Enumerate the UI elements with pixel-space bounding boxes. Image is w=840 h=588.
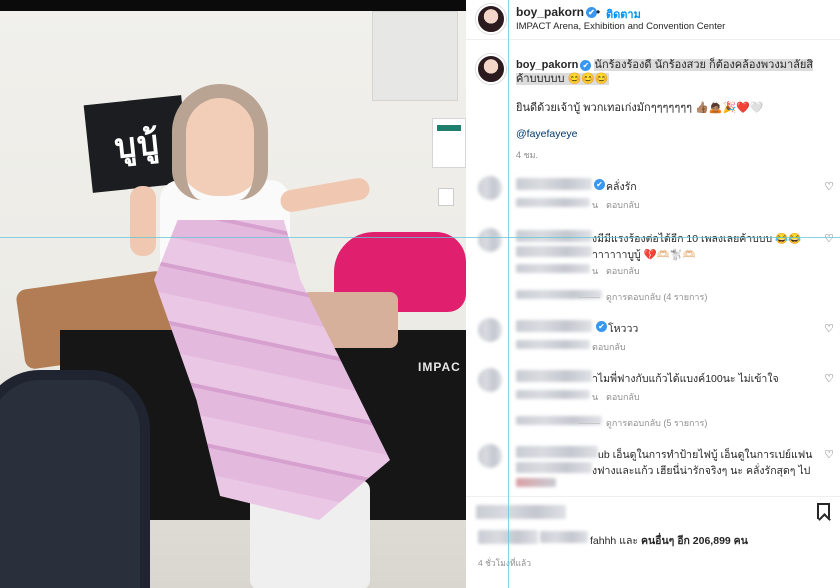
likes-prefix: fahhh และ [590,535,639,547]
commenter-username-blurred [516,446,598,458]
post-photo[interactable]: IMPAC บูบู้ [0,0,466,588]
verified-icon: ✔ [580,59,592,71]
post-time: 4 ชั่วโมงที่แล้ว [478,558,532,568]
guide-line-vertical [508,0,509,588]
comment-item: าไมพี่ฟางกับแก้วได้แบงค์100นะ ไม่เข้าใจ … [478,368,838,432]
table-logo: IMPAC [418,360,461,374]
comment-meta-blurred [516,340,590,349]
comment-text-2: งฟางและแก้ว เฮียนี่น่ารักจริงๆ นะ คลั่งร… [592,465,811,477]
comment-text: งมีมีแรงร้องต่อได้อีก 10 เพลงเลยค้าบบบ 😂… [592,233,802,245]
wall-switch [438,188,454,206]
like-comment-heart-icon[interactable]: ♡ [824,372,834,385]
likes-count[interactable]: fahhh และ คนอื่นๆ อีก 206,899 คน [590,532,748,549]
comment-text-2: าาาาาาบูบู้ 💔🫶🏻🐩🫶🏻 [592,249,696,261]
caption: boy_pakorn ✔ นักร้องร้องดี นักร้องสวย ก็ต… [516,58,816,86]
comment-item: ub เอ็นดูในการทำป้ายไฟบู้ เอ็นดูในการเปย… [478,444,838,490]
post-header: boy_pakorn ✔ • ติดตาม IMPACT Arena, Exhib… [466,0,840,40]
comment-meta-tail: น [592,266,599,276]
wall-electrical-box [372,11,458,101]
post-side-panel: boy_pakorn ✔ • ติดตาม IMPACT Arena, Exhib… [466,0,840,588]
caption-avatar[interactable] [476,54,506,84]
like-comment-heart-icon[interactable]: ♡ [824,322,834,335]
comment-meta-blurred [516,478,556,487]
caption-line-2: ยินดีด้วยเจ้าบู้ พวกเทอเก่งมักๆๆๆๆๆๆๆ 👍🏽… [516,102,764,114]
comment-line-blurred [516,462,592,473]
like-comment-heart-icon[interactable]: ♡ [824,448,834,461]
comment-text: คลั่งรัก [606,181,637,193]
post-location[interactable]: IMPACT Arena, Exhibition and Convention … [516,21,725,32]
comment-text: ub เอ็นดูในการทำป้ายไฟบู้ เอ็นดูในการเปย… [598,449,813,461]
reply-button[interactable]: ตอบกลับ [606,390,640,404]
author-username[interactable]: boy_pakorn ✔ [516,5,598,19]
bookmark-icon[interactable] [817,503,830,519]
verified-icon: ✔ [594,179,605,190]
commenter-avatar[interactable] [478,368,502,392]
person-arm-left [130,186,156,256]
caption-username[interactable]: boy_pakorn [516,59,578,71]
reply-button[interactable]: ตอบกลับ [592,340,626,354]
comment-item: งมีมีแรงร้องต่อได้อีก 10 เพลงเลยค้าบบบ 😂… [478,228,838,308]
commenter-username-blurred [516,178,592,190]
sign-text: บูบู้ [112,122,162,168]
author-avatar[interactable] [476,4,506,34]
comment-item: ✔ โหววว ตอบกลับ ♡ [478,318,838,358]
chair [0,370,150,588]
person-arm-right [278,176,372,214]
reply-button[interactable]: ตอบกลับ [606,198,640,212]
header-separator: • [596,5,601,19]
likes-others[interactable]: คนอื่นๆ อีก 206,899 คน [641,535,748,547]
commenter-avatar[interactable] [478,176,502,200]
comment-item: ✔ คลั่งรัก น ตอบกลับ ♡ [478,176,838,216]
comment-meta-blurred [516,264,590,273]
commenter-username-blurred [516,320,592,332]
action-icons-blurred [476,505,566,519]
view-replies-button[interactable]: ดูการตอบกลับ (4 รายการ) [578,290,707,304]
commenter-avatar[interactable] [478,444,502,468]
like-comment-heart-icon[interactable]: ♡ [824,180,834,193]
reply-button[interactable]: ตอบกลับ [606,264,640,278]
comment-text: าไมพี่ฟางกับแก้วได้แบงค์100นะ ไม่เข้าใจ [592,373,779,385]
commenter-avatar[interactable] [478,228,502,252]
comment-meta-tail: น [592,200,599,210]
wall-poster [432,118,466,168]
commenter-username-blurred [516,370,592,382]
caption-time: 4 ชม. [516,150,539,160]
comment-meta-blurred [516,198,590,207]
caption-mention[interactable]: @fayefayeye [516,128,577,140]
likers-name-blurred [540,531,588,543]
comment-meta-tail: น [592,392,599,402]
like-comment-heart-icon[interactable]: ♡ [824,232,834,245]
person-hair [172,84,268,200]
post-action-bar [466,496,840,524]
guide-line-horizontal [0,237,840,238]
commenter-username-blurred [516,230,592,242]
photo-top-bar [0,0,466,11]
comment-text: โหววว [608,323,639,335]
commenter-avatar[interactable] [478,318,502,342]
verified-icon: ✔ [596,321,607,332]
view-replies-button[interactable]: ดูการตอบกลับ (5 รายการ) [578,416,707,430]
comment-line-blurred [516,246,592,257]
comment-meta-blurred [516,390,590,399]
